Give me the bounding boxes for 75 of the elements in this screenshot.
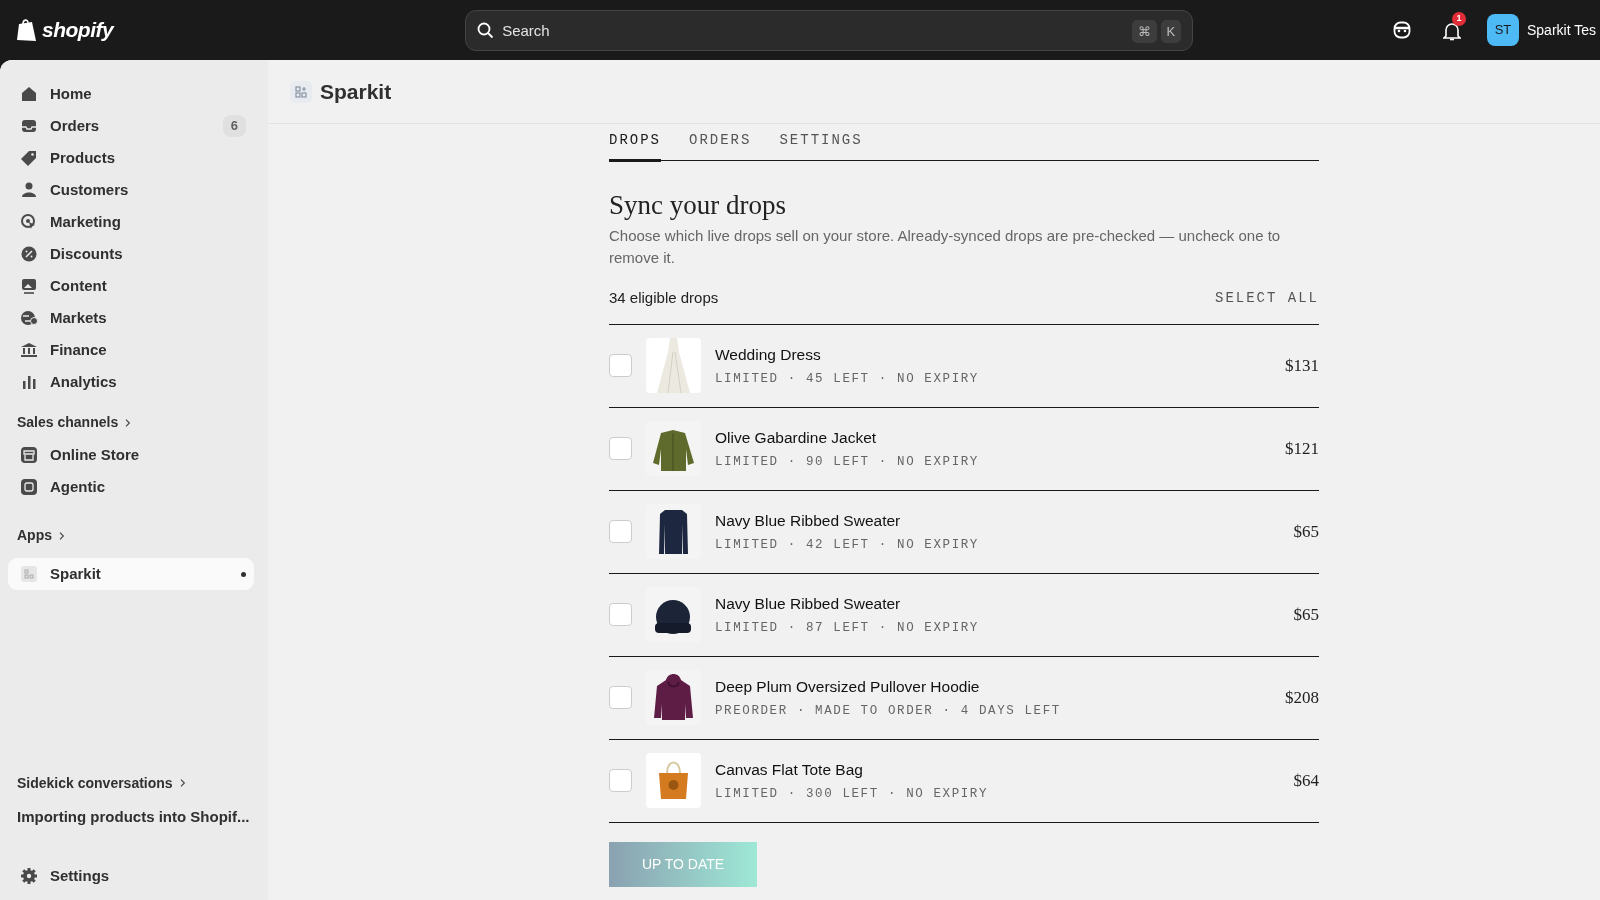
image-icon — [20, 277, 38, 295]
product-meta: LIMITED · 90 LEFT · NO EXPIRY — [715, 453, 979, 471]
select-all-link[interactable]: SELECT ALL — [1215, 288, 1319, 310]
product-meta: LIMITED · 45 LEFT · NO EXPIRY — [715, 370, 979, 388]
app-icon — [290, 80, 312, 103]
inbox-icon — [20, 117, 38, 135]
section-header[interactable]: Sales channels — [17, 412, 119, 433]
product-name: Deep Plum Oversized Pullover Hoodie — [715, 677, 981, 698]
logo[interactable]: shopify — [42, 14, 114, 46]
drop-count: 34 eligible drops — [609, 288, 719, 309]
robot-icon — [20, 478, 38, 496]
bank-icon — [20, 341, 38, 359]
tab[interactable]: SETTINGS — [779, 130, 863, 162]
sidebar-item[interactable]: Settings — [8, 860, 254, 892]
count-badge: 6 — [222, 115, 246, 137]
section-header[interactable]: Sidekick conversations — [17, 772, 173, 794]
section-header[interactable]: Apps — [17, 525, 52, 546]
notification-icon[interactable] — [1443, 20, 1461, 41]
notification-badge: 1 — [1452, 12, 1466, 26]
product-meta: LIMITED · 42 LEFT · NO EXPIRY — [715, 536, 979, 554]
avatar[interactable]: ST — [1487, 14, 1519, 46]
product-name: Olive Gabardine Jacket — [715, 428, 878, 449]
status-dot — [241, 571, 246, 577]
tab[interactable]: DROPS — [609, 130, 661, 162]
price: $64 — [1293, 770, 1319, 793]
product-name: Wedding Dress — [715, 345, 822, 366]
face-icon[interactable] — [1393, 21, 1411, 39]
home-icon — [20, 85, 38, 103]
bar-chart-icon — [20, 373, 38, 391]
sidebar-item[interactable]: Customers — [8, 174, 254, 206]
person-icon — [20, 181, 38, 199]
app-icon — [20, 565, 38, 583]
checkbox[interactable] — [609, 603, 632, 627]
gear-icon — [20, 867, 38, 885]
price: $65 — [1293, 604, 1319, 627]
price: $121 — [1285, 438, 1319, 461]
conversation-link[interactable]: Importing products into Shopif... — [8, 799, 254, 834]
sidebar-item[interactable]: Marketing — [8, 206, 254, 238]
store-icon — [20, 446, 38, 464]
checkbox[interactable] — [609, 686, 632, 710]
product-meta: LIMITED · 300 LEFT · NO EXPIRY — [715, 785, 989, 803]
target-icon — [20, 213, 38, 231]
sidebar-item[interactable]: Discounts — [8, 238, 254, 270]
sidebar-item[interactable]: Finance — [8, 334, 254, 366]
checkbox[interactable] — [609, 520, 632, 544]
section-heading: Sync your drops — [609, 189, 787, 222]
product-name: Canvas Flat Tote Bag — [715, 760, 864, 781]
description: Choose which live drops sell on your store. Already-synced drops are pre-checked — uncheck one to remove it. — [609, 226, 1282, 269]
product-name: Navy Blue Ribbed Sweater — [715, 594, 902, 615]
tab[interactable]: ORDERS — [689, 130, 752, 162]
checkbox[interactable] — [609, 354, 632, 378]
price: $131 — [1285, 355, 1319, 378]
checkbox[interactable] — [609, 437, 632, 461]
sidebar-item[interactable]: Sparkit — [8, 558, 254, 590]
sidebar-item[interactable]: Orders 6 — [8, 110, 254, 142]
product-meta: PREORDER · MADE TO ORDER · 4 DAYS LEFT — [715, 702, 1061, 720]
checkbox[interactable] — [609, 769, 632, 793]
discount-icon — [20, 245, 38, 263]
price: $65 — [1293, 521, 1319, 544]
product-name: Navy Blue Ribbed Sweater — [715, 511, 902, 532]
search-icon — [477, 21, 495, 39]
shopping-bag-icon — [16, 17, 38, 43]
store-name[interactable]: Sparkit Tes — [1527, 19, 1596, 41]
sidebar-item[interactable]: Home — [8, 78, 254, 110]
sidebar-item[interactable]: Analytics — [8, 366, 254, 398]
sidebar-item[interactable]: Agentic — [8, 471, 254, 503]
tag-icon — [20, 149, 38, 167]
sidebar-item[interactable]: Markets — [8, 302, 254, 334]
sidebar-item[interactable]: Online Store — [8, 439, 254, 471]
sidebar-item[interactable]: Content — [8, 270, 254, 302]
price: $208 — [1285, 687, 1319, 710]
product-meta: LIMITED · 87 LEFT · NO EXPIRY — [715, 619, 979, 637]
sidebar-item[interactable]: Products — [8, 142, 254, 174]
page-title: Sparkit — [320, 78, 392, 105]
globe-icon — [20, 309, 38, 327]
